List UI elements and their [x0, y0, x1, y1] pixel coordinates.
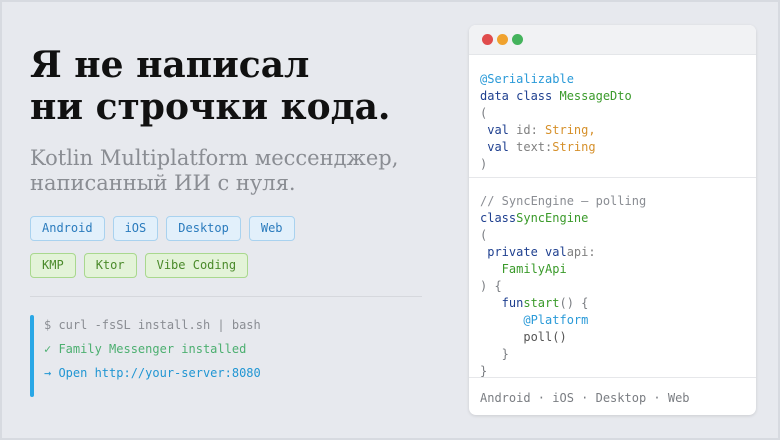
- tag-web: Web: [248, 216, 295, 241]
- hero-subtitle-line-2: написанный ИИ с нуля.: [30, 171, 296, 195]
- code-identifier: text:: [516, 140, 553, 154]
- code-type: String,: [537, 123, 596, 137]
- code-line: }: [480, 347, 509, 361]
- code-punct: () {: [559, 296, 589, 310]
- hero-subtitle-line-1: Kotlin Multiplatform мессенджер,: [30, 146, 399, 170]
- tag-kmp: KMP: [30, 253, 76, 278]
- hero-title-line-1: Я не написал: [30, 44, 310, 86]
- hero-title-line-2: ни строчки кода.: [30, 86, 391, 128]
- divider: [30, 296, 422, 297]
- code-line: val id: String,: [480, 122, 756, 139]
- code-keyword: class: [480, 211, 517, 225]
- code-identifier: id:: [516, 123, 538, 137]
- code-identifier: api:: [566, 245, 596, 259]
- code-window: @Serializable data class MessageDto ( va…: [469, 25, 756, 415]
- code-type: SyncEngine: [516, 211, 589, 225]
- code-keyword: data class: [480, 89, 560, 103]
- terminal-snippet: $ curl -fsSL install.sh | bash ✓ Family …: [30, 313, 422, 397]
- close-dot-icon: [482, 34, 493, 45]
- terminal-success: ✓ Family Messenger installed: [44, 342, 247, 356]
- tag-vibe-coding: Vibe Coding: [144, 253, 249, 278]
- code-line: ) {: [480, 279, 502, 293]
- hero-section: Я не написал ни строчки кода. Kotlin Mul…: [30, 44, 422, 397]
- code-keyword: val: [480, 123, 517, 137]
- window-titlebar: [469, 25, 756, 55]
- code-line: (: [480, 106, 488, 120]
- code-line: @Platform: [480, 313, 589, 327]
- terminal-open-link: → Open http://your-server:8080: [44, 366, 261, 380]
- code-line: private valapi:: [480, 244, 756, 261]
- code-line: data class MessageDto: [480, 88, 756, 105]
- code-function: start: [523, 296, 560, 310]
- code-line: @Serializable: [480, 72, 574, 86]
- tag-android: Android: [30, 216, 105, 241]
- code-type: String: [552, 140, 596, 154]
- code-window-footer: Android · iOS · Desktop · Web: [469, 377, 756, 415]
- code-line: funstart() {: [480, 295, 756, 312]
- code-keyword: val: [480, 140, 517, 154]
- hero-title: Я не написал ни строчки кода.: [30, 44, 422, 128]
- tag-ios: iOS: [112, 216, 159, 241]
- code-keyword: private val: [480, 245, 567, 259]
- terminal-accent-bar: [30, 315, 34, 397]
- code-line: poll(): [480, 330, 567, 344]
- hero-subtitle: Kotlin Multiplatform мессенджер, написан…: [30, 146, 422, 196]
- code-keyword: fun: [480, 296, 524, 310]
- tag-ktor: Ktor: [83, 253, 137, 278]
- code-line: classSyncEngine: [480, 210, 756, 227]
- tag-desktop: Desktop: [166, 216, 241, 241]
- code-comment: // SyncEngine — polling: [480, 194, 647, 208]
- code-block-message-dto: @Serializable data class MessageDto ( va…: [469, 55, 756, 175]
- platform-tags: Android iOS Desktop Web: [30, 216, 422, 241]
- code-line: ): [480, 157, 488, 171]
- minimize-dot-icon: [497, 34, 508, 45]
- maximize-dot-icon: [512, 34, 523, 45]
- code-line: FamilyApi: [480, 262, 567, 276]
- terminal-command: $ curl -fsSL install.sh | bash: [44, 318, 261, 332]
- code-type: MessageDto: [559, 89, 632, 103]
- code-line: val text:String: [480, 139, 756, 156]
- code-line: (: [480, 228, 488, 242]
- code-block-sync-engine: // SyncEngine — polling classSyncEngine …: [469, 178, 756, 380]
- tech-tags: KMP Ktor Vibe Coding: [30, 253, 422, 278]
